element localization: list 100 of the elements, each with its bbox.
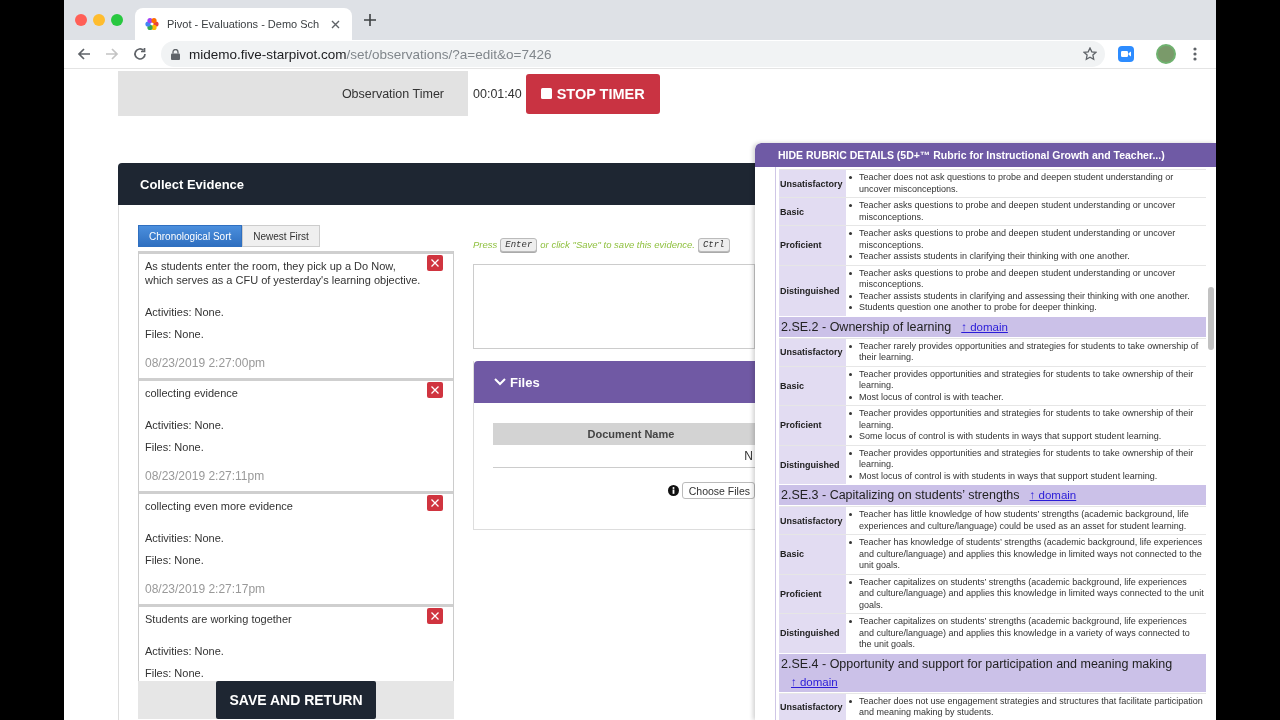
bullet-icon bbox=[849, 395, 852, 399]
descriptor-text: Teacher provides opportunities and strategies for students to take ownership of their learning. bbox=[859, 447, 1195, 471]
descriptor-text: Some locus of control is with students in ways that support student learning. bbox=[859, 431, 1162, 443]
new-tab-plus-icon[interactable] bbox=[364, 14, 376, 26]
descriptor-text: Teacher asks questions to probe and deepen student understanding or uncover misconceptions. bbox=[859, 267, 1177, 291]
descriptor-text: Teacher provides opportunities and strategies for students to take ownership of their learning. bbox=[859, 368, 1195, 392]
menu-dots-icon[interactable] bbox=[1193, 47, 1197, 61]
hide-rubric-button[interactable]: HIDE RUBRIC DETAILS (5D+™ Rubric for Instructional Growth and Teacher...) bbox=[755, 143, 1216, 167]
section-title: 2.SE.2 - Ownership of learning bbox=[781, 319, 952, 334]
key-label: Ctrl bbox=[697, 237, 730, 252]
choose-files-button[interactable]: Choose Files bbox=[681, 482, 755, 499]
descriptor-text: Teacher assists students in clarifying their thinking with one another. bbox=[859, 251, 1130, 263]
descriptor-text: Teacher capitalizes on students’ strengths (academic background, life experiences and culture/language) and applies this knowledge in limited ways connected to the unit goals. bbox=[859, 576, 1204, 611]
rating-label: Unsatisfactory bbox=[779, 170, 846, 197]
sort-button[interactable]: Newest First bbox=[242, 225, 320, 247]
delete-button[interactable] bbox=[427, 382, 443, 398]
descriptor-text: Teacher has little knowledge of how students’ strengths (academic background, life experiences and culture/language) could be used as an asset for student learning. bbox=[859, 509, 1190, 532]
domain-link[interactable]: ↑ domain bbox=[1029, 486, 1077, 504]
bullet-icon bbox=[849, 344, 852, 348]
evidence-text: As students enter the room, they pick up a Do Now, which serves as a CFU of yesterday's learning objective. bbox=[145, 259, 422, 287]
rating-label: Unsatisfactory bbox=[779, 693, 846, 720]
descriptor-text: Teacher capitalizes on students’ strengths (academic background, life experiences and culture/language) and applies this knowledge in a variety of ways connected to the unit goals. bbox=[859, 616, 1191, 651]
bullet-icon bbox=[849, 306, 852, 309]
bullet-icon bbox=[849, 294, 852, 298]
domain-link[interactable]: ↑ domain bbox=[791, 672, 838, 691]
rating-label: Proficient bbox=[779, 574, 846, 613]
column-header: Document Name bbox=[493, 423, 755, 445]
section-title: 2.SE.4 - Opportunity and support for participation and meaning making bbox=[781, 656, 1173, 671]
descriptor-text: Teacher asks questions to probe and deepen student understanding or uncover misconceptions. bbox=[859, 228, 1177, 251]
bullet-icon bbox=[849, 412, 852, 415]
close-icon bbox=[431, 499, 439, 507]
delete-button[interactable] bbox=[427, 608, 443, 624]
rating-label: Proficient bbox=[779, 406, 846, 445]
rating-label: Basic bbox=[779, 366, 846, 405]
pinwheel-logo-icon bbox=[145, 17, 159, 31]
stop-timer-button[interactable]: STOP TIMER bbox=[525, 73, 660, 114]
address-bar[interactable]: midemo.five-starpivot.com/set/observations/?a=edit&o=7426 bbox=[161, 41, 1105, 67]
activities-text: Activities: None. bbox=[145, 305, 224, 319]
rating-label: Basic bbox=[779, 198, 846, 225]
descriptor-text: Most locus of control is with teacher. bbox=[859, 391, 1004, 403]
save-and-return-button[interactable]: SAVE AND RETURN bbox=[216, 681, 376, 719]
rating-label: Unsatisfactory bbox=[779, 507, 846, 534]
files-header[interactable]: Files bbox=[474, 361, 755, 403]
hint-text: or click "Save" to save this evidence. bbox=[540, 239, 695, 250]
timestamp: 08/23/2019 2:27:11pm bbox=[145, 468, 265, 484]
rating-label: Proficient bbox=[779, 226, 846, 265]
close-icon bbox=[431, 612, 439, 620]
bullet-icon bbox=[849, 620, 852, 623]
activities-text: Activities: None. bbox=[145, 418, 224, 432]
files-text: Files: None. bbox=[145, 666, 204, 680]
bullet-icon bbox=[849, 513, 852, 516]
descriptor-text: Teacher assists students in clarifying and assessing their thinking with one another. bbox=[859, 290, 1190, 302]
descriptor-text: Teacher rarely provides opportunities and strategies for students to take ownership of their learning. bbox=[859, 340, 1200, 364]
timestamp: 08/23/2019 2:27:00pm bbox=[145, 355, 266, 371]
sort-button[interactable]: Chronological Sort bbox=[138, 225, 243, 247]
rating-label: Distinguished bbox=[779, 614, 846, 653]
timestamp: 08/23/2019 2:27:17pm bbox=[145, 581, 266, 597]
reload-icon[interactable] bbox=[133, 47, 147, 61]
section-title: 2.SE.3 - Capitalizing on students’ strengths bbox=[781, 488, 1020, 502]
rating-label: Unsatisfactory bbox=[779, 338, 846, 366]
rating-label: Distinguished bbox=[779, 445, 846, 484]
star-icon[interactable] bbox=[1083, 47, 1097, 61]
descriptor-text: Teacher does not use engagement strategies and structures that facilitate participation and meaning making by students. bbox=[859, 695, 1204, 719]
evidence-input-field[interactable] bbox=[473, 264, 755, 349]
timer-label: Observation Timer bbox=[341, 86, 444, 101]
panel-title: Collect Evidence bbox=[140, 176, 245, 192]
back-arrow-icon[interactable] bbox=[77, 47, 91, 61]
delete-button[interactable] bbox=[427, 495, 443, 511]
descriptor-text: Teacher provides opportunities and strategies for students to take ownership of their learning. bbox=[859, 408, 1195, 431]
close-icon bbox=[431, 259, 439, 267]
bullet-icon bbox=[849, 176, 852, 179]
bullet-icon bbox=[849, 541, 852, 544]
files-text: Files: None. bbox=[145, 440, 204, 454]
activities-text: Activities: None. bbox=[145, 644, 224, 658]
descriptor-text: Most locus of control is with students in ways that support student learning. bbox=[859, 470, 1158, 482]
rating-label: Distinguished bbox=[779, 265, 846, 316]
bullet-icon bbox=[849, 232, 852, 235]
delete-button[interactable] bbox=[427, 255, 443, 271]
bullet-icon bbox=[849, 699, 852, 703]
activities-text: Activities: None. bbox=[145, 531, 224, 545]
descriptor-text: Teacher has knowledge of students’ strengths (academic background, life experiences and culture/language) and applies this knowledge in limited ways not connected to the unit goals. bbox=[859, 537, 1204, 572]
evidence-text: collecting evidence bbox=[145, 386, 238, 400]
bullet-icon bbox=[849, 255, 852, 258]
browser-tab[interactable]: Pivot - Evaluations - Demo Sch bbox=[135, 8, 352, 40]
close-icon[interactable] bbox=[331, 19, 340, 29]
hint-text: Press bbox=[473, 239, 498, 250]
url-text: midemo.five-starpivot.com/set/observations/?a=edit&o=7426 bbox=[189, 46, 552, 62]
avatar-icon[interactable] bbox=[1156, 44, 1176, 64]
camera-icon[interactable] bbox=[1118, 46, 1134, 62]
scrollbar-thumb[interactable] bbox=[1208, 287, 1214, 350]
evidence-text: collecting even more evidence bbox=[145, 499, 293, 513]
bullet-icon bbox=[849, 435, 852, 438]
descriptor-text: Teacher does not ask questions to probe and deepen student understanding or uncover misconceptions. bbox=[859, 172, 1175, 195]
table-cell: N bbox=[744, 449, 753, 463]
descriptor-text: Students question one another to probe for deeper thinking. bbox=[859, 302, 1097, 314]
bullet-icon bbox=[849, 474, 852, 478]
domain-link[interactable]: ↑ domain bbox=[961, 317, 1008, 336]
files-text: Files: None. bbox=[145, 327, 204, 341]
rating-label: Basic bbox=[779, 535, 846, 574]
key-label: Enter bbox=[500, 237, 538, 252]
